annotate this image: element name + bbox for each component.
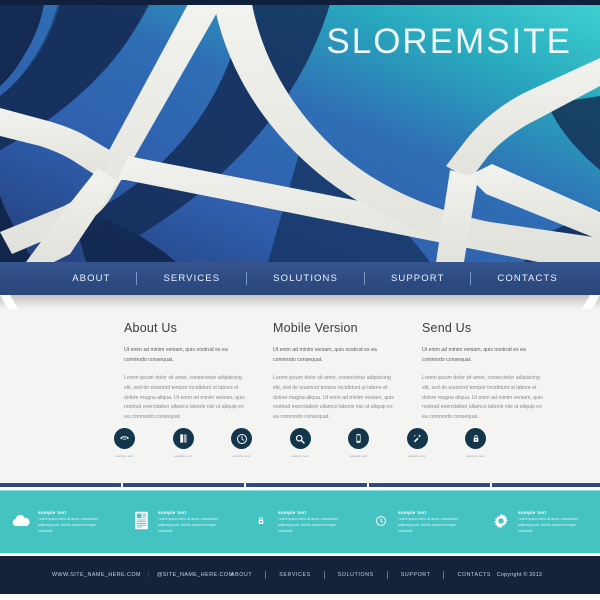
nav-separator (470, 272, 472, 285)
section-divider (0, 483, 600, 487)
service-icon-caption: sample text (115, 454, 134, 458)
clock-icon[interactable] (231, 428, 252, 449)
page-footer: WWW.SITE_NAME_HERE.COM | @SITE_NAME_HERE… (0, 556, 600, 594)
column-title: Mobile Version (273, 321, 358, 335)
service-icon-item[interactable]: sample text (168, 428, 198, 458)
feature-title: sample text (38, 509, 67, 515)
website-template-page: SLOREMSITE ABOUT SERVICES SOLUTIONS SUPPORT… (0, 0, 600, 600)
divider-segment (369, 483, 490, 487)
search-icon[interactable] (289, 428, 311, 449)
site-logo[interactable]: SLOREMSITE (326, 22, 572, 62)
phone-icon[interactable] (114, 428, 135, 449)
footer-separator: | (147, 572, 150, 578)
service-icon-caption: sample text (466, 454, 485, 458)
feature-body: Lorem ipsum dolor sit amet, consectetur … (278, 517, 339, 534)
content-column: About Us Ut enim ad minim veniam, quis no… (124, 321, 246, 422)
feature-item[interactable]: sample text Lorem ipsum dolor sit amet, c… (120, 508, 240, 535)
main-navigation: ABOUT SERVICES SOLUTIONS SUPPORT CONTACTS (0, 262, 600, 295)
service-icon-item[interactable]: sample text (285, 428, 315, 458)
feature-text-block: sample text Lorem ipsum dolor sit amet, c… (278, 508, 350, 535)
service-icon-caption: sample text (232, 454, 251, 458)
service-icon-item[interactable]: sample text (344, 428, 374, 458)
feature-title: sample text (518, 509, 547, 515)
feature-title: sample text (158, 509, 187, 515)
column-title: About Us (124, 321, 178, 335)
footer-nav-item-solutions[interactable]: SOLUTIONS (325, 572, 387, 578)
cloud-icon (10, 509, 32, 533)
document-icon (130, 509, 152, 533)
service-icon-caption: sample text (290, 454, 310, 458)
content-column: Send Us Ut enim ad minim veniam, quis nos… (422, 321, 544, 422)
nav-item-services[interactable]: SERVICES (137, 273, 246, 284)
footer-nav-item-about[interactable]: ABOUT (218, 572, 265, 578)
book-icon[interactable] (172, 428, 194, 449)
feature-band: sample text Lorem ipsum dolor sit amet, c… (0, 490, 600, 553)
feature-item[interactable]: sample text Lorem ipsum dolor sit amet, c… (480, 508, 600, 535)
nav-dropshadow (0, 295, 600, 309)
feature-item[interactable]: sample text Lorem ipsum dolor sit amet, c… (0, 508, 120, 535)
footer-nav-item-services[interactable]: SERVICES (266, 572, 324, 578)
hero-banner: SLOREMSITE (0, 0, 600, 262)
column-lead-text: Ut enim ad minim veniam, quis nostrud ex… (124, 347, 228, 363)
clock-icon (370, 509, 392, 533)
feature-body: Lorem ipsum dolor sit amet, consectetur … (158, 517, 219, 534)
feature-body: Lorem ipsum dolor sit amet, consectetur … (38, 517, 99, 534)
feature-item[interactable]: sample text Lorem ipsum dolor sit amet, c… (360, 508, 480, 535)
mobile-icon[interactable] (348, 428, 369, 449)
nav-item-contacts[interactable]: CONTACTS (471, 273, 583, 284)
magic-wand-icon[interactable] (406, 428, 428, 449)
service-icon-item[interactable]: sample text (402, 428, 432, 458)
divider-segment (123, 483, 244, 487)
feature-text-block: sample text Lorem ipsum dolor sit amet, c… (398, 508, 470, 535)
feature-band-top-line (0, 490, 600, 491)
divider-segment (492, 483, 600, 487)
column-lead-text: Ut enim ad minim veniam, quis nostrud ex… (422, 347, 526, 363)
divider-segment (0, 483, 121, 487)
service-icon-item[interactable]: sample text (227, 428, 257, 458)
feature-item[interactable]: sample text Lorem ipsum dolor sit amet, c… (240, 508, 360, 535)
service-icon-item[interactable]: sample text (461, 428, 491, 458)
feature-list: sample text Lorem ipsum dolor sit amet, c… (0, 508, 600, 535)
gear-icon (490, 509, 512, 533)
lock-icon[interactable] (465, 428, 486, 449)
nav-list: ABOUT SERVICES SOLUTIONS SUPPORT CONTACTS (46, 272, 584, 285)
feature-text-block: sample text Lorem ipsum dolor sit amet, c… (158, 508, 230, 535)
column-title: Send Us (422, 321, 472, 335)
feature-title: sample text (278, 509, 307, 515)
service-icon-row: sample text sample text sample text sample … (0, 428, 600, 458)
footer-nav-item-contacts[interactable]: CONTACTS (444, 572, 504, 578)
nav-item-support[interactable]: SUPPORT (365, 273, 470, 284)
footer-nav-item-support[interactable]: SUPPORT (388, 572, 444, 578)
nav-separator (246, 272, 248, 285)
feature-title: sample text (398, 509, 427, 515)
hero-top-strip (0, 0, 600, 5)
footer-website[interactable]: WWW.SITE_NAME_HERE.COM (52, 572, 141, 578)
feature-text-block: sample text Lorem ipsum dolor sit amet, c… (518, 508, 590, 535)
feature-body: Lorem ipsum dolor sit amet, consectetur … (518, 517, 579, 534)
footer-contact: WWW.SITE_NAME_HERE.COM | @SITE_NAME_HERE… (52, 572, 233, 578)
service-icon-item[interactable]: sample text (110, 428, 140, 458)
service-icon-caption: sample text (349, 454, 368, 458)
feature-text-block: sample text Lorem ipsum dolor sit amet, c… (38, 508, 110, 535)
content-column: Mobile Version Ut enim ad minim veniam, q… (273, 321, 395, 422)
column-body-text: Lorem ipsum dolor sit amet, consectetur … (124, 375, 245, 420)
column-body-text: Lorem ipsum dolor sit amet, consectetur … (273, 375, 394, 420)
lock-icon (250, 509, 272, 533)
service-icon-caption: sample text (407, 454, 427, 458)
feature-body: Lorem ipsum dolor sit amet, consectetur … (398, 517, 459, 534)
content-columns: About Us Ut enim ad minim veniam, quis no… (124, 321, 544, 422)
bottom-white-strip (0, 594, 600, 600)
column-lead-text: Ut enim ad minim veniam, quis nostrud ex… (273, 347, 377, 363)
divider-segment (246, 483, 367, 487)
column-body-text: Lorem ipsum dolor sit amet, consectetur … (422, 375, 543, 420)
nav-item-solutions[interactable]: SOLUTIONS (247, 273, 364, 284)
nav-separator (136, 272, 138, 285)
footer-navigation: ABOUT SERVICES SOLUTIONS SUPPORT CONTACTS (218, 571, 504, 579)
nav-separator (363, 272, 365, 285)
service-icon-caption: sample text (173, 454, 193, 458)
copyright-text: Copyright © 2013 (496, 572, 542, 578)
main-content: About Us Ut enim ad minim veniam, quis no… (0, 295, 600, 482)
nav-item-about[interactable]: ABOUT (46, 273, 136, 284)
